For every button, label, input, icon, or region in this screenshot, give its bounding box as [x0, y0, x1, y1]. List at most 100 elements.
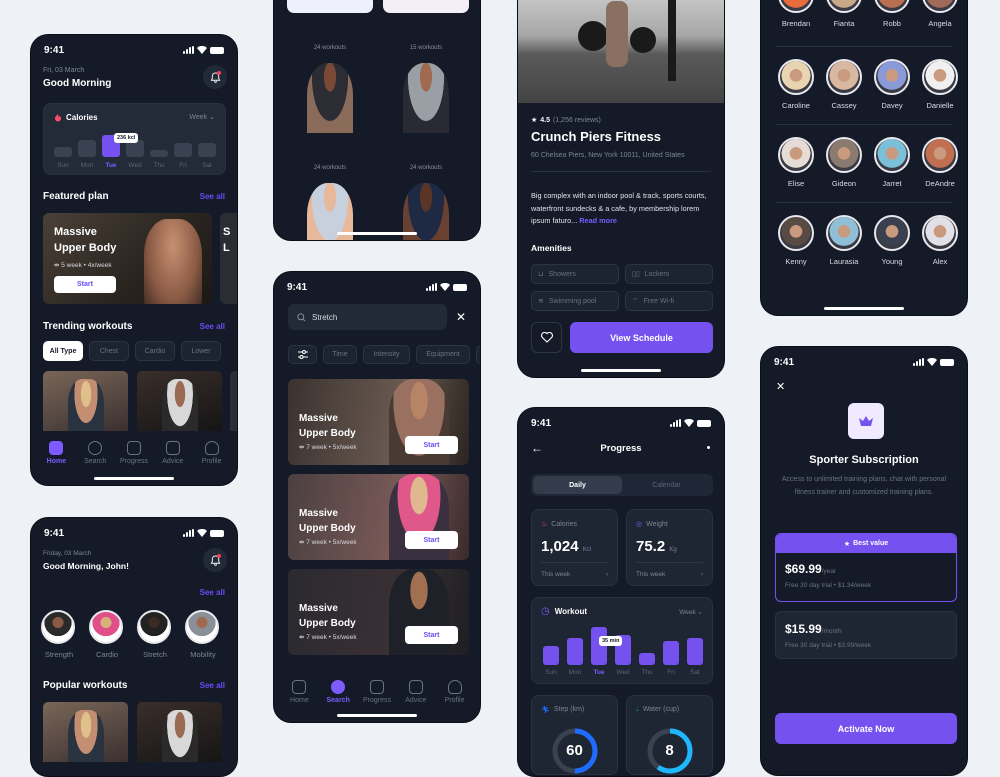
- plan-monthly[interactable]: $15.99/month Free 30 day trial • $3.99/w…: [775, 611, 957, 659]
- tab-profile[interactable]: Profile: [194, 441, 230, 465]
- filter-intensity[interactable]: Intensity: [363, 345, 410, 364]
- calorie-bar-column[interactable]: Sat: [198, 129, 216, 169]
- start-button[interactable]: Start: [405, 531, 458, 549]
- trending-workout-card-next[interactable]: [230, 371, 237, 431]
- tab-home[interactable]: Home: [281, 680, 317, 704]
- steps-card[interactable]: 🏃︎ Step (km) 60: [531, 695, 618, 775]
- trainer-item[interactable]: Brendan: [774, 0, 818, 28]
- featured-see-all[interactable]: See all: [200, 192, 225, 201]
- filter-time[interactable]: Time: [323, 345, 357, 364]
- workout-bar-column[interactable]: Sun: [543, 624, 559, 678]
- trainer-item[interactable]: Cassey: [822, 59, 866, 110]
- battery-icon: [210, 46, 224, 54]
- workout-bar-column[interactable]: Thu: [639, 624, 655, 678]
- categories-see-all[interactable]: See all: [200, 588, 225, 597]
- tab-advice[interactable]: Advice: [155, 441, 191, 465]
- calorie-bar-column[interactable]: Fri: [174, 129, 192, 169]
- clear-search-button[interactable]: ✕: [456, 310, 466, 324]
- trainer-item[interactable]: Caroline: [774, 59, 818, 110]
- weight-stat-card[interactable]: ◎ Weight 75.2 Kg This week ›: [626, 509, 713, 586]
- category-mobility[interactable]: Mobility: [185, 610, 221, 659]
- workout-result-card[interactable]: Massive Upper Body ⇹ 7 week • 5x/week Start: [288, 569, 469, 655]
- trainer-item[interactable]: Kenny: [774, 215, 818, 266]
- chip-lower[interactable]: Lower: [181, 341, 221, 361]
- trainer-item[interactable]: Elise: [774, 137, 818, 188]
- trainer-item[interactable]: Angela: [918, 0, 962, 28]
- category-card-mobility[interactable]: Mobility 15 workouts: [383, 23, 469, 133]
- calorie-bar-column[interactable]: Mon: [78, 129, 96, 169]
- trainer-item[interactable]: Fianta: [822, 0, 866, 28]
- workout-bar-column[interactable]: Fri: [663, 624, 679, 678]
- filter-row: Time Intensity Equipment: [288, 345, 480, 364]
- trainer-item[interactable]: Danielle: [918, 59, 962, 110]
- tab-search[interactable]: Search: [77, 441, 113, 465]
- segment-daily[interactable]: Daily: [533, 476, 622, 494]
- trending-workout-card[interactable]: [137, 371, 222, 431]
- day-label: Wed: [128, 162, 142, 169]
- tab-profile[interactable]: Profile: [437, 680, 473, 704]
- workout-result-card[interactable]: Massive Upper Body ⇹ 7 week • 5x/week Start: [288, 474, 469, 560]
- workout-period-dropdown[interactable]: Week ⌄: [679, 608, 703, 616]
- notification-button[interactable]: [203, 65, 227, 89]
- popular-workout-card[interactable]: [137, 702, 222, 762]
- segment-calendar[interactable]: Calendar: [622, 476, 711, 494]
- featured-plan-card-next[interactable]: S L: [220, 213, 237, 304]
- category-card-hiit[interactable]: HIIT 24 workouts: [287, 143, 373, 240]
- view-schedule-button[interactable]: View Schedule: [570, 322, 713, 353]
- search-input[interactable]: Stretch: [288, 304, 447, 330]
- workout-bar-column[interactable]: Sat: [687, 624, 703, 678]
- popular-see-all[interactable]: See all: [200, 681, 225, 690]
- featured-plan-card[interactable]: Massive Upper Body ⇹ 5 week • 4x/week St…: [43, 213, 212, 304]
- plan-yearly[interactable]: ★ Best value $69.99/year Free 30 day tria…: [775, 533, 957, 602]
- workout-bar-column[interactable]: Tue: [591, 624, 607, 678]
- category-strength[interactable]: Strength: [41, 610, 77, 659]
- chip-cardio[interactable]: Cardio: [135, 341, 175, 361]
- start-button[interactable]: Start: [405, 626, 458, 644]
- popular-workout-card[interactable]: [43, 702, 128, 762]
- trainer-item[interactable]: Young: [870, 215, 914, 266]
- trainer-item[interactable]: Davey: [870, 59, 914, 110]
- close-button[interactable]: ✕: [776, 380, 785, 393]
- trending-see-all[interactable]: See all: [200, 322, 225, 331]
- workout-bar-column[interactable]: Wed: [615, 624, 631, 678]
- chip-chest[interactable]: Chest: [89, 341, 129, 361]
- tab-home[interactable]: Home: [38, 441, 74, 465]
- status-bar: 9:41: [287, 281, 467, 293]
- workout-result-card[interactable]: Massive Upper Body ⇹ 7 week • 5x/week Start: [288, 379, 469, 465]
- category-card-top-left[interactable]: [287, 0, 373, 13]
- start-button[interactable]: Start: [405, 436, 458, 454]
- tab-progress[interactable]: Progress: [116, 441, 152, 465]
- notification-button[interactable]: [203, 548, 227, 572]
- category-card-stretch[interactable]: Stretch 24 workouts: [287, 23, 373, 133]
- chip-all-type[interactable]: All Type: [43, 341, 83, 361]
- water-card[interactable]: 💧︎ Water (cup) 8: [626, 695, 713, 775]
- filter-more[interactable]: [476, 345, 480, 364]
- category-card-top-right[interactable]: [383, 0, 469, 13]
- category-list: Strength Cardio Stretch Mobility: [41, 610, 221, 659]
- workout-bar-column[interactable]: Mon: [567, 624, 583, 678]
- trending-workout-card[interactable]: [43, 371, 128, 431]
- trainer-item[interactable]: Jarret: [870, 137, 914, 188]
- trainer-item[interactable]: Gideon: [822, 137, 866, 188]
- tab-progress[interactable]: Progress: [359, 680, 395, 704]
- activate-now-button[interactable]: Activate Now: [775, 713, 957, 744]
- trainer-item[interactable]: Robb: [870, 0, 914, 28]
- category-card-meditation[interactable]: Meditation 24 workouts: [383, 143, 469, 240]
- tab-search[interactable]: Search: [320, 680, 356, 704]
- category-stretch[interactable]: Stretch: [137, 610, 173, 659]
- trainer-item[interactable]: Alex: [918, 215, 962, 266]
- read-more-link[interactable]: Read more: [579, 216, 617, 225]
- period-dropdown[interactable]: Week ⌄: [189, 113, 215, 121]
- tab-advice[interactable]: Advice: [398, 680, 434, 704]
- category-cardio[interactable]: Cardio: [89, 610, 125, 659]
- favorite-button[interactable]: [531, 322, 562, 353]
- filter-equipment[interactable]: Equipment: [416, 345, 470, 364]
- trainer-item[interactable]: Laurasia: [822, 215, 866, 266]
- more-button[interactable]: [707, 446, 710, 449]
- calorie-bar-column[interactable]: Sun: [54, 129, 72, 169]
- filter-settings-button[interactable]: [288, 345, 317, 364]
- trainer-item[interactable]: DeAndre: [918, 137, 962, 188]
- calories-stat-card[interactable]: ♨ Calories 1,024 Kcl This week ›: [531, 509, 618, 586]
- calorie-bar-column[interactable]: Thu: [150, 129, 168, 169]
- start-button[interactable]: Start: [54, 276, 116, 293]
